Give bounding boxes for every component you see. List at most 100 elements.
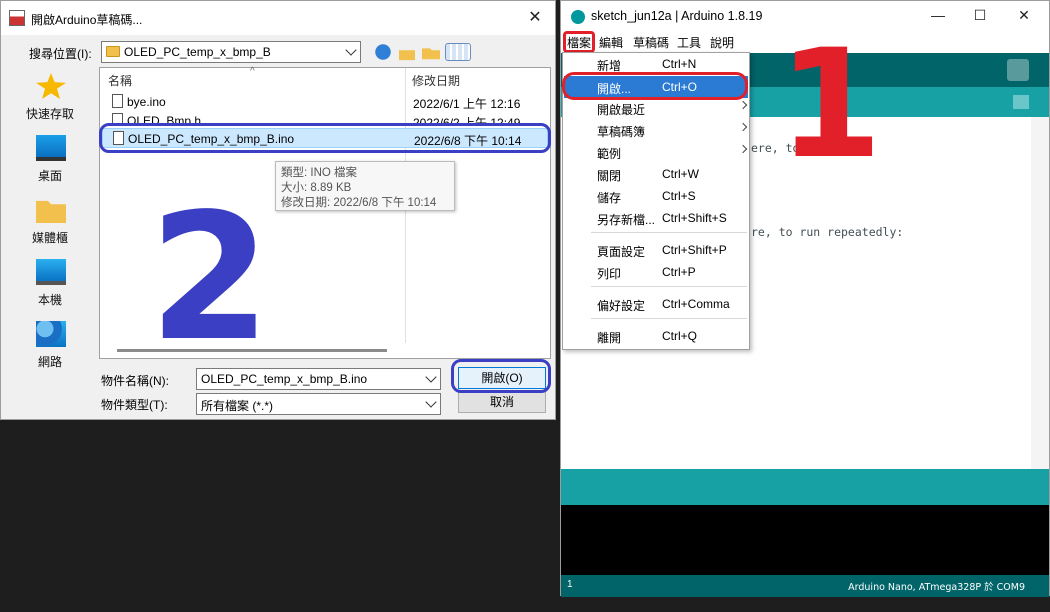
network-icon xyxy=(36,321,66,347)
menu-item-shortcut: Ctrl+S xyxy=(662,189,696,203)
menu-item-print[interactable]: 列印 Ctrl+P xyxy=(564,261,748,283)
step-1-annotation: 1 xyxy=(778,18,883,192)
filetype-value: 所有檔案 (*.*) xyxy=(201,399,274,413)
menu-separator xyxy=(591,232,747,233)
tab-menu-icon[interactable] xyxy=(1013,95,1029,109)
place-label: 網路 xyxy=(37,355,62,369)
cancel-button[interactable]: 取消 xyxy=(458,391,546,413)
place-label: 快速存取 xyxy=(25,107,74,121)
annotation-blue-highlight-file xyxy=(99,123,551,153)
filename-value: OLED_PC_temp_x_bmp_B.ino xyxy=(201,372,368,386)
menu-item-quit[interactable]: 離開 Ctrl+Q xyxy=(564,325,748,347)
menu-item-label: 頁面設定 xyxy=(597,245,646,259)
filetype-label: 物件類型(T): xyxy=(101,398,168,412)
annotation-red-oval-open xyxy=(562,72,748,100)
view-menu-icon[interactable] xyxy=(445,43,471,61)
places-bar: 快速存取 桌面 媒體櫃 本機 網路 xyxy=(15,67,85,369)
menu-item-preferences[interactable]: 偏好設定 Ctrl+Comma xyxy=(564,293,748,315)
place-desktop[interactable]: 桌面 xyxy=(15,129,85,189)
computer-icon xyxy=(36,259,66,285)
menu-tools[interactable]: 工具 xyxy=(677,34,701,51)
board-port-info: Arduino Nano, ATmega328P 於 COM9 xyxy=(848,582,1025,593)
back-icon[interactable] xyxy=(373,43,393,61)
tooltip-modified: 修改日期: 2022/6/8 下午 10:14 xyxy=(281,197,437,209)
filename-label: 物件名稱(N): xyxy=(101,374,169,388)
new-folder-icon[interactable] xyxy=(422,48,440,60)
arduino-logo-icon xyxy=(571,10,585,24)
place-quick-access[interactable]: 快速存取 xyxy=(15,67,85,127)
menu-item-label: 草稿碼簿 xyxy=(597,125,646,139)
minimize-icon[interactable]: — xyxy=(923,7,953,27)
place-label: 桌面 xyxy=(37,169,62,183)
filetype-select[interactable]: 所有檔案 (*.*) xyxy=(196,393,441,415)
look-in-combo[interactable]: OLED_PC_temp_x_bmp_B xyxy=(101,41,361,63)
menu-separator xyxy=(591,318,747,319)
chevron-down-icon xyxy=(345,44,357,56)
close-icon[interactable]: ✕ xyxy=(523,7,547,29)
menu-item-save-as[interactable]: 另存新檔... Ctrl+Shift+S xyxy=(564,207,748,229)
tooltip-size: 大小: 8.89 KB xyxy=(281,182,352,194)
menu-item-shortcut: Ctrl+Shift+S xyxy=(662,211,727,225)
current-folder: OLED_PC_temp_x_bmp_B xyxy=(124,45,271,59)
menu-item-label: 儲存 xyxy=(597,191,622,205)
menu-help[interactable]: 說明 xyxy=(710,34,734,51)
menu-item-open-recent[interactable]: 開啟最近 xyxy=(564,97,748,119)
menu-item-label: 範例 xyxy=(597,147,622,161)
star-icon xyxy=(36,73,66,99)
file-modified: 2022/6/1 上午 12:16 xyxy=(413,97,521,111)
menu-item-shortcut: Ctrl+W xyxy=(662,167,699,181)
filename-input[interactable]: OLED_PC_temp_x_bmp_B.ino xyxy=(196,368,441,390)
menu-item-close[interactable]: 關閉 Ctrl+W xyxy=(564,163,748,185)
column-header-modified[interactable]: 修改日期 xyxy=(412,72,460,89)
place-label: 本機 xyxy=(37,293,62,307)
tooltip-type: 類型: INO 檔案 xyxy=(281,167,358,179)
chevron-down-icon xyxy=(425,371,437,383)
file-name: bye.ino xyxy=(127,95,166,109)
menu-item-label: 開啟最近 xyxy=(597,103,646,117)
menu-item-save[interactable]: 儲存 Ctrl+S xyxy=(564,185,748,207)
ide-console xyxy=(561,505,1049,575)
menu-item-shortcut: Ctrl+Comma xyxy=(662,297,730,311)
chevron-right-icon xyxy=(738,122,748,132)
menu-item-examples[interactable]: 範例 xyxy=(564,141,748,163)
place-library[interactable]: 媒體櫃 xyxy=(15,191,85,251)
dialog-title-bar: 開啟Arduino草稿碼... ✕ xyxy=(1,1,555,35)
ide-footer: 1 Arduino Nano, ATmega328P 於 COM9 xyxy=(561,575,1049,597)
line-number: 1 xyxy=(567,579,573,590)
dialog-title: 開啟Arduino草稿碼... xyxy=(31,13,143,27)
serial-monitor-icon[interactable] xyxy=(1007,59,1029,81)
chevron-right-icon xyxy=(738,100,748,110)
menu-item-shortcut: Ctrl+P xyxy=(662,265,696,279)
maximize-icon[interactable]: ☐ xyxy=(965,7,995,27)
annotation-blue-highlight-open xyxy=(451,359,551,393)
menu-edit[interactable]: 編輯 xyxy=(599,34,623,51)
close-icon[interactable]: ✕ xyxy=(1009,7,1039,27)
look-in-label: 搜尋位置(I): xyxy=(29,47,92,61)
column-header-name[interactable]: 名稱 xyxy=(108,72,132,89)
place-this-pc[interactable]: 本機 xyxy=(15,253,85,313)
desktop-icon xyxy=(36,135,66,161)
menu-sketch[interactable]: 草稿碼 xyxy=(633,34,669,51)
menu-item-page-setup[interactable]: 頁面設定 Ctrl+Shift+P xyxy=(564,239,748,261)
file-icon xyxy=(112,94,123,108)
menu-separator xyxy=(591,286,747,287)
java-app-icon xyxy=(9,10,25,26)
folder-icon xyxy=(106,46,120,57)
menu-item-sketchbook[interactable]: 草稿碼簿 xyxy=(564,119,748,141)
chevron-right-icon xyxy=(738,144,748,154)
file-row[interactable]: bye.ino 2022/6/1 上午 12:16 xyxy=(102,92,548,112)
library-folder-icon xyxy=(36,200,66,223)
sort-ascending-icon: ^ xyxy=(250,66,255,77)
menu-item-shortcut: Ctrl+N xyxy=(662,57,697,71)
file-info-tooltip: 類型: INO 檔案 大小: 8.89 KB 修改日期: 2022/6/8 下午… xyxy=(275,161,455,211)
up-folder-icon[interactable] xyxy=(399,50,415,61)
menu-item-shortcut: Ctrl+Shift+P xyxy=(662,243,727,257)
editor-scrollbar[interactable] xyxy=(1031,117,1049,469)
ide-title: sketch_jun12a | Arduino 1.8.19 xyxy=(591,9,763,23)
menu-item-shortcut: Ctrl+Q xyxy=(662,329,698,343)
menu-item-label: 偏好設定 xyxy=(597,299,646,313)
place-network[interactable]: 網路 xyxy=(15,315,85,375)
code-line: re, to run repeatedly: xyxy=(751,225,904,239)
annotation-red-box-file-menu xyxy=(563,31,595,53)
menu-item-label: 關閉 xyxy=(597,169,622,183)
